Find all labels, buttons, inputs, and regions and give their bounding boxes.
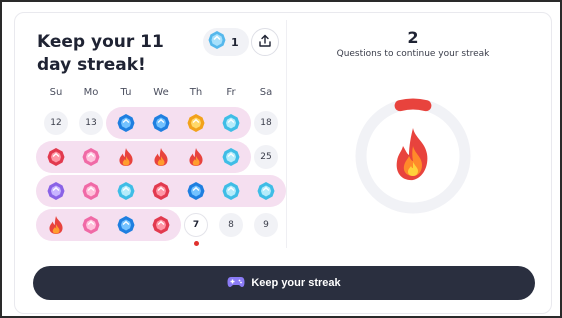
gem-icon: [79, 145, 103, 169]
weekday-label: Mo: [83, 87, 99, 98]
calendar-date: 8: [219, 213, 243, 237]
weekday-label: Sa: [259, 87, 273, 98]
gem-icon: [254, 179, 278, 203]
share-icon: [258, 33, 272, 52]
gem-count-value: 1: [231, 35, 239, 49]
gem-icon: [79, 213, 103, 237]
share-button[interactable]: [251, 28, 279, 56]
questions-count: 2: [407, 28, 419, 47]
flame-icon: [184, 145, 208, 169]
gem-icon: [44, 145, 68, 169]
today-date: 7: [184, 213, 208, 237]
calendar-date: 9: [254, 213, 278, 237]
gem-icon: [114, 111, 138, 135]
weekday-label: Su: [49, 87, 63, 98]
gem-icon: [149, 111, 173, 135]
gamepad-icon: [227, 276, 245, 291]
gem-icon: [184, 111, 208, 135]
progress-ring-fill: [394, 98, 432, 112]
gem-icon: [207, 30, 227, 54]
calendar-date: 25: [254, 145, 278, 169]
panel-divider: [286, 20, 287, 248]
gem-icon: [184, 179, 208, 203]
gem-icon: [219, 111, 243, 135]
flame-icon: [44, 213, 68, 237]
questions-label: Questions to continue your streak: [336, 49, 490, 59]
gem-icon: [149, 179, 173, 203]
gem-icon: [79, 179, 103, 203]
keep-streak-label: Keep your streak: [251, 277, 341, 289]
flame-icon: [114, 145, 138, 169]
gem-icon: [219, 145, 243, 169]
keep-streak-button[interactable]: Keep your streak: [33, 266, 535, 300]
flame-icon: [396, 128, 428, 181]
weekday-label: We: [153, 87, 169, 98]
calendar-date: 13: [79, 111, 103, 135]
weekday-label: Tu: [120, 87, 132, 98]
gem-counter[interactable]: 1: [203, 28, 249, 56]
weekday-label: Fr: [226, 87, 236, 98]
gem-icon: [44, 179, 68, 203]
calendar-date: 18: [254, 111, 278, 135]
gem-icon: [114, 213, 138, 237]
calendar-date: 12: [44, 111, 68, 135]
gem-icon: [114, 179, 138, 203]
flame-icon: [149, 145, 173, 169]
gem-icon: [219, 179, 243, 203]
page-title: Keep your 11 day streak!: [37, 32, 164, 75]
streak-progress-ring: [353, 96, 473, 216]
gem-icon: [149, 213, 173, 237]
today-indicator-dot: [194, 241, 199, 246]
weekday-label: Th: [189, 87, 203, 98]
